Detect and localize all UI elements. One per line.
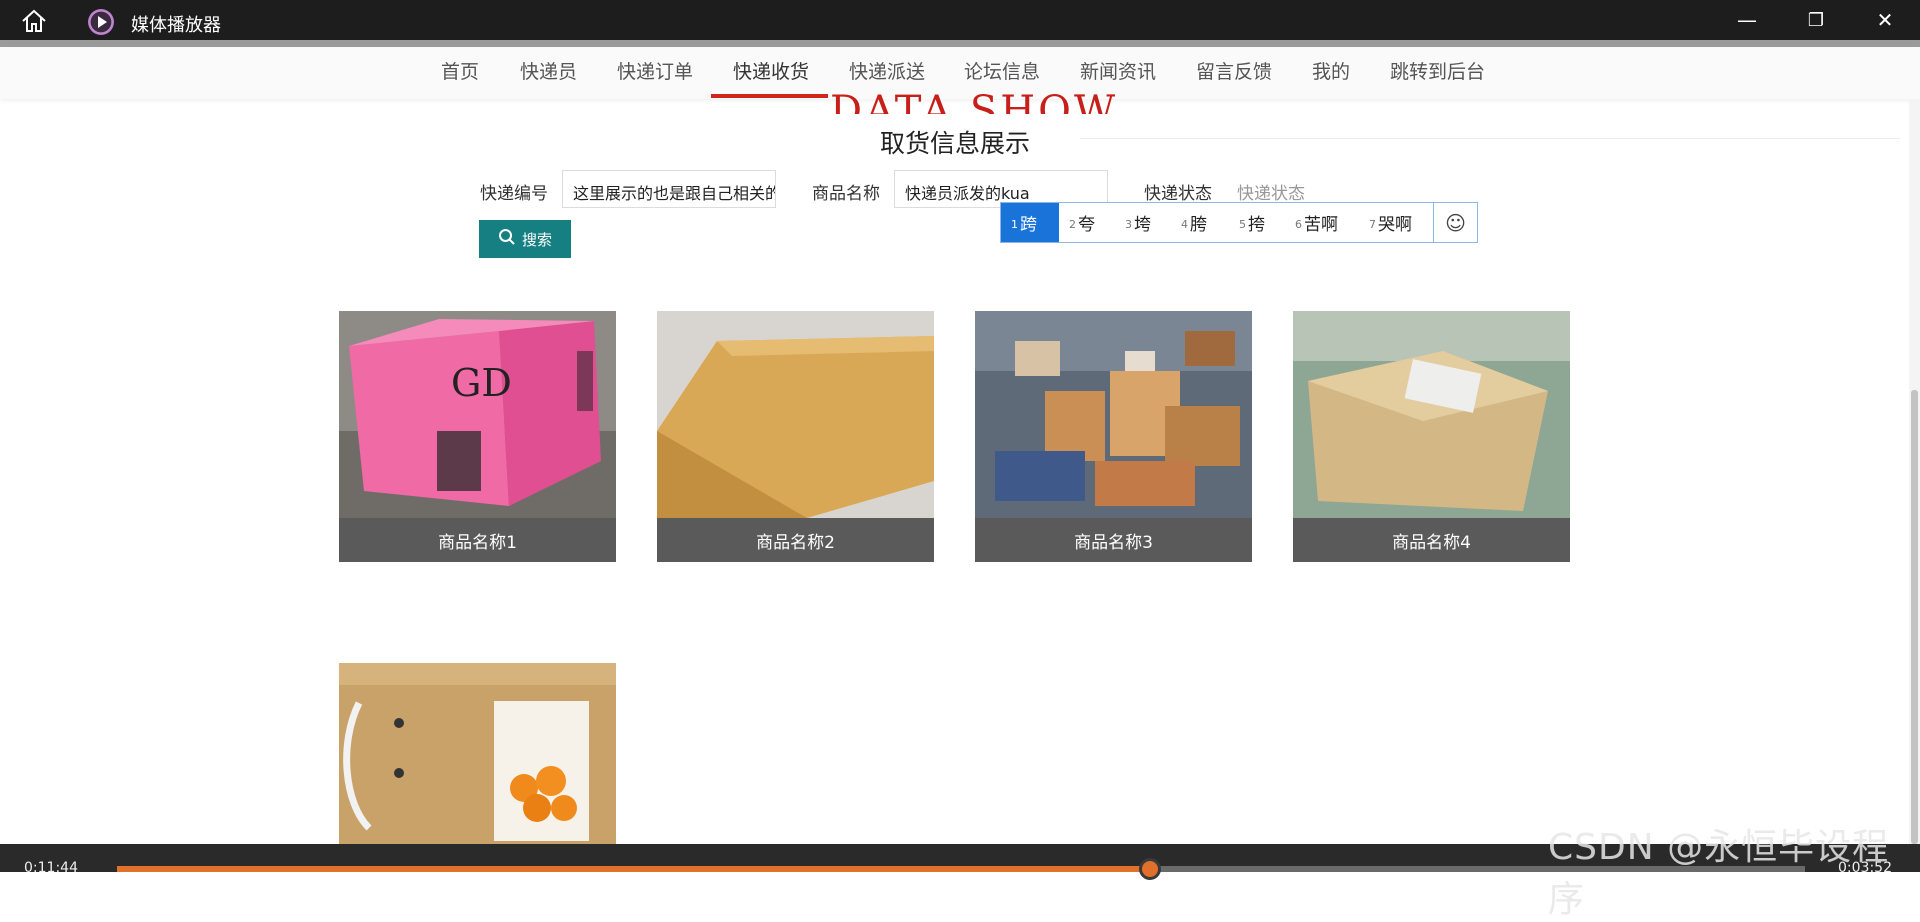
maximize-button[interactable]: ❐ [1782,0,1850,40]
nav-active-indicator [711,94,828,98]
tracking-number-input[interactable]: 这里展示的也是跟自己相关的 [562,170,776,208]
page-title: 取货信息展示 [879,129,1030,158]
product-name: 商品名称2 [657,518,934,562]
minimize-button[interactable]: — [1713,0,1781,40]
ime-candidate[interactable]: 3垮 [1115,203,1171,242]
product-card[interactable]: GD 商品名称1 [339,311,616,562]
svg-text:GD: GD [451,361,512,405]
ime-candidate[interactable]: 7 哭啊 [1359,203,1433,242]
watermark: CSDN @永恒毕设程序 [1548,827,1890,920]
product-card[interactable]: 商品名称3 [975,311,1252,562]
window-divider [0,40,1920,47]
window-title: 媒体播放器 [131,15,221,36]
product-image-orange-box [339,663,616,844]
search-icon [498,228,516,250]
product-card[interactable]: 商品名称2 [657,311,934,562]
search-button[interactable]: 搜索 [479,220,571,258]
product-image-parcel-pile [975,311,1252,518]
product-name-label: 商品名称 [812,184,880,204]
search-button-label: 搜索 [521,230,552,249]
nav-item-admin[interactable]: 跳转到后台 [1390,57,1485,84]
product-image-flat-box [657,311,934,518]
ime-candidate-bar: 1跨 2夸 3垮 4胯 5挎 6 苦啊 7 哭啊 ☺ [1000,202,1478,243]
nav-item-orders[interactable]: 快递订单 [617,57,693,84]
product-card[interactable]: 商品名称4 [1293,311,1570,562]
product-image-taped-box [1293,311,1570,518]
product-image-pink-box: GD [339,311,616,518]
ime-candidate[interactable]: 5挎 [1229,203,1285,242]
nav-item-receiving[interactable]: 快递收货 [733,57,809,84]
status-select[interactable]: 快递状态 [1237,179,1305,204]
banner-text: DATA SHOW [830,88,1119,114]
product-name: 商品名称3 [975,518,1252,562]
title-bar: 媒体播放器 — ❐ ✕ [0,0,1920,40]
ime-candidate[interactable]: 2夸 [1059,203,1115,242]
nav-item-courier[interactable]: 快递员 [520,57,577,84]
ime-candidate[interactable]: 6 苦啊 [1285,203,1359,242]
nav-item-home[interactable]: 首页 [441,57,479,84]
tracking-number-label: 快递编号 [480,184,548,204]
page-scrollbar-thumb[interactable] [1911,390,1918,844]
seek-handle[interactable] [1139,858,1161,880]
elapsed-time: 0:11:44 [24,860,78,876]
nav-item-mine[interactable]: 我的 [1312,57,1350,84]
emoji-icon[interactable]: ☺ [1433,203,1477,242]
ime-candidate[interactable]: 1跨 [1001,203,1059,242]
product-name: 商品名称4 [1293,518,1570,562]
home-icon[interactable] [20,8,48,34]
status-label: 快递状态 [1144,184,1212,204]
close-button[interactable]: ✕ [1851,0,1919,40]
nav-item-feedback[interactable]: 留言反馈 [1196,57,1272,84]
product-card[interactable] [339,663,616,844]
ime-candidate[interactable]: 4胯 [1171,203,1229,242]
product-name: 商品名称1 [339,518,616,562]
seek-progress [117,866,1150,872]
media-player-app-icon [88,9,114,35]
